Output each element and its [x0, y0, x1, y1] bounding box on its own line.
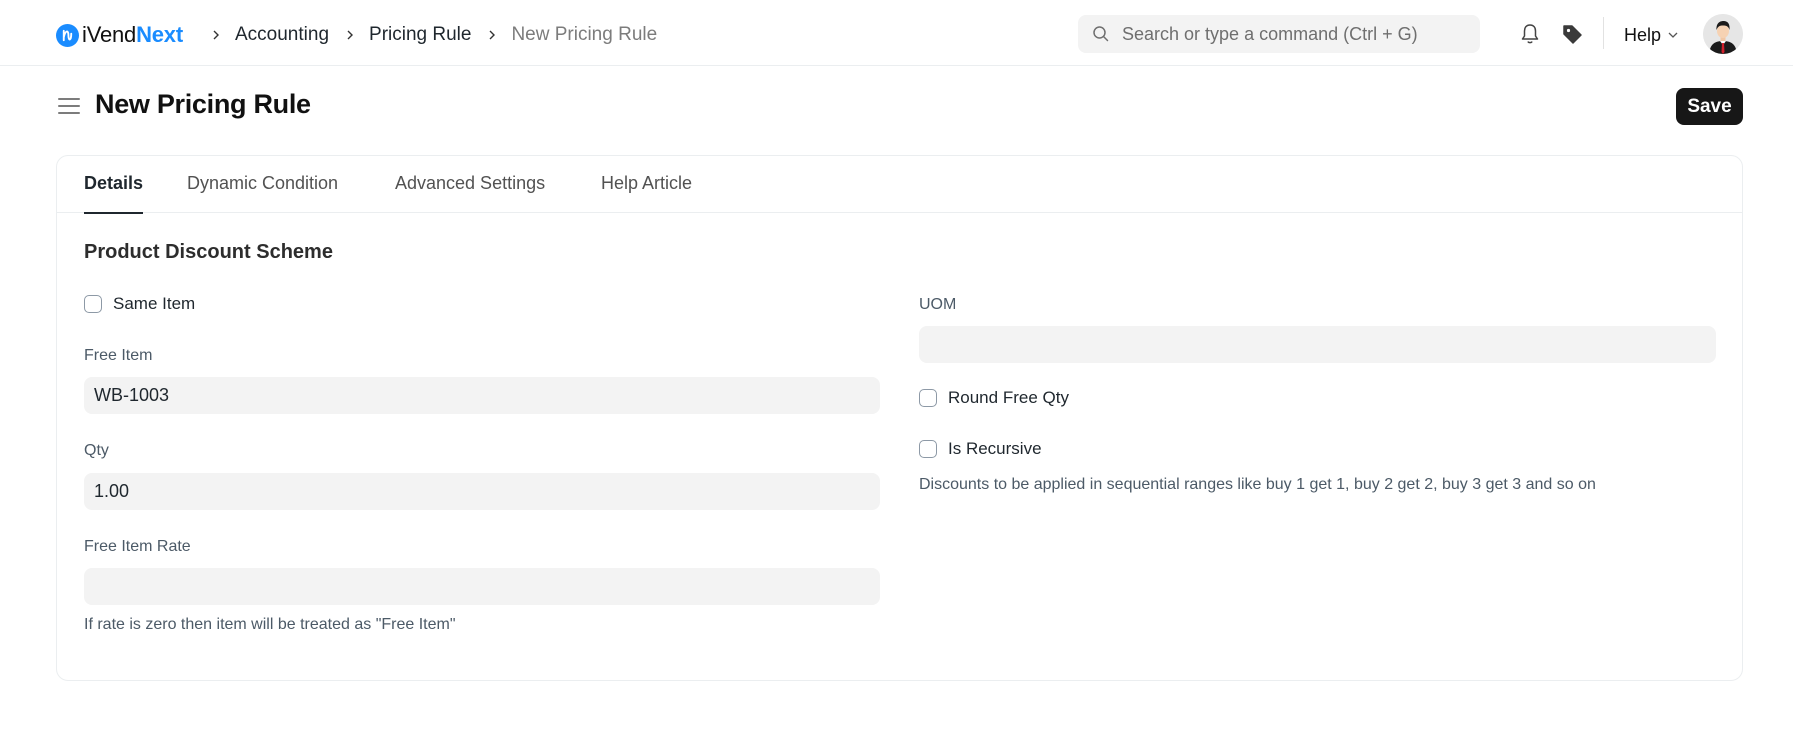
- tab-advanced-settings[interactable]: Advanced Settings: [395, 173, 545, 213]
- logo-prefix: iVend: [82, 22, 137, 47]
- form-card: Details Dynamic Condition Advanced Setti…: [56, 155, 1743, 681]
- breadcrumb: Accounting Pricing Rule New Pricing Rule: [205, 22, 657, 48]
- sidebar-toggle-icon[interactable]: [58, 96, 80, 116]
- app-logo[interactable]: iVendNext: [56, 22, 183, 48]
- chevron-right-icon: [345, 29, 355, 41]
- free-item-rate-input[interactable]: [84, 568, 880, 605]
- search-icon: [1092, 25, 1110, 43]
- help-dropdown[interactable]: Help: [1624, 22, 1679, 48]
- tag-icon[interactable]: [1560, 22, 1584, 46]
- tab-dynamic-condition[interactable]: Dynamic Condition: [187, 173, 338, 213]
- free-item-label: Free Item: [84, 347, 153, 364]
- breadcrumb-accounting[interactable]: Accounting: [235, 24, 329, 46]
- save-button[interactable]: Save: [1676, 88, 1743, 125]
- tab-help-article[interactable]: Help Article: [601, 173, 692, 213]
- same-item-checkbox-row[interactable]: Same Item: [84, 293, 195, 315]
- help-label: Help: [1624, 24, 1662, 45]
- breadcrumb-current[interactable]: New Pricing Rule: [511, 24, 657, 46]
- free-item-input[interactable]: [84, 377, 880, 414]
- bell-icon[interactable]: [1518, 22, 1542, 46]
- round-free-qty-label: Round Free Qty: [948, 388, 1069, 407]
- is-recursive-help: Discounts to be applied in sequential ra…: [919, 476, 1596, 493]
- tab-details[interactable]: Details: [84, 173, 144, 214]
- round-free-qty-checkbox-row[interactable]: Round Free Qty: [919, 387, 1069, 409]
- same-item-label: Same Item: [113, 294, 196, 313]
- search-input[interactable]: [1122, 23, 1462, 45]
- is-recursive-checkbox[interactable]: [919, 440, 937, 458]
- round-free-qty-checkbox[interactable]: [919, 389, 937, 407]
- qty-input[interactable]: [84, 473, 880, 510]
- chevron-down-icon: [1667, 31, 1679, 39]
- qty-label: Qty: [84, 442, 109, 459]
- same-item-checkbox[interactable]: [84, 295, 102, 313]
- free-item-rate-label: Free Item Rate: [84, 538, 191, 555]
- navbar-divider: [1603, 17, 1604, 49]
- is-recursive-label: Is Recursive: [948, 439, 1042, 458]
- free-item-rate-help: If rate is zero then item will be treate…: [84, 616, 456, 633]
- user-avatar[interactable]: [1703, 14, 1743, 54]
- uom-label: UOM: [919, 296, 957, 313]
- top-navbar: iVendNext Accounting Pricing Rule New Pr…: [0, 0, 1793, 66]
- section-title: Product Discount Scheme: [84, 241, 333, 263]
- page-title: New Pricing Rule: [95, 89, 311, 119]
- logo-suffix: Next: [136, 22, 183, 47]
- search-bar[interactable]: [1078, 15, 1480, 53]
- logo-text: iVendNext: [82, 22, 183, 48]
- breadcrumb-pricing-rule[interactable]: Pricing Rule: [369, 24, 471, 46]
- is-recursive-checkbox-row[interactable]: Is Recursive: [919, 438, 1042, 460]
- form-tabs: Details Dynamic Condition Advanced Setti…: [57, 156, 1742, 214]
- chevron-right-icon: [487, 29, 497, 41]
- uom-input[interactable]: [919, 326, 1716, 363]
- page-header: New Pricing Rule Save: [0, 66, 1793, 150]
- logo-icon: [56, 23, 79, 47]
- chevron-right-icon: [211, 29, 221, 41]
